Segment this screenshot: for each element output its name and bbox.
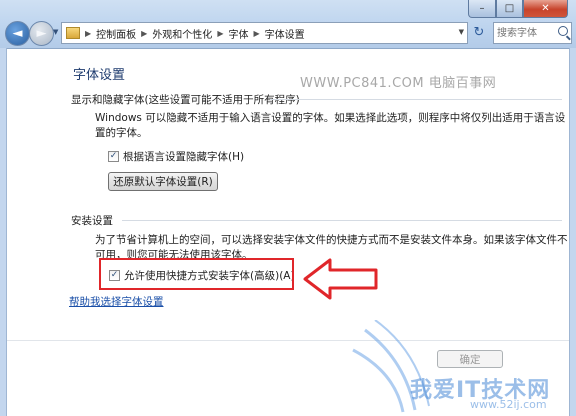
title-bar: – □ ✕ ◄ ► ▼ ▶ 控制面板 ▶ 外观和个性化 ▶ 字体 ▶ 字体设置 … [0, 0, 576, 49]
breadcrumb-item[interactable]: 外观和个性化 [152, 26, 212, 41]
recent-pages-dropdown-icon[interactable]: ▼ [53, 28, 58, 36]
breadcrumb-item[interactable]: 字体 [228, 26, 248, 41]
search-box[interactable] [493, 22, 572, 44]
folder-icon [66, 27, 80, 39]
group-divider [270, 99, 562, 100]
annotation-highlight-box [99, 258, 294, 290]
show-hide-description-line2: 置的字体。 [95, 127, 148, 139]
annotation-arrow-icon [303, 258, 378, 300]
close-button[interactable]: ✕ [523, 0, 568, 18]
forward-arrow-icon: ► [36, 26, 47, 41]
watermark-url: www.52ij.com [470, 398, 547, 411]
back-arrow-icon: ◄ [12, 26, 23, 41]
install-description-line1: 为了节省计算机上的空间，可以选择安装字体文件的快捷方式而不是安装文件本身。如果该… [95, 234, 568, 246]
window-controls: – □ ✕ [468, 0, 568, 18]
minimize-button[interactable]: – [468, 0, 496, 18]
show-hide-description-line1: Windows 可以隐藏不适用于输入语言设置的字体。如果选择此选项，则程序中将仅… [95, 112, 566, 124]
chevron-down-icon[interactable]: ▼ [459, 28, 464, 36]
hide-fonts-checkbox-label[interactable]: 根据语言设置隐藏字体(H) [123, 149, 244, 164]
install-settings-header: 安装设置 [71, 215, 113, 227]
group-divider [122, 220, 562, 221]
address-bar[interactable]: ▶ 控制面板 ▶ 外观和个性化 ▶ 字体 ▶ 字体设置 ▼ [61, 22, 468, 44]
back-button[interactable]: ◄ [5, 21, 30, 46]
chevron-right-icon[interactable]: ▶ [217, 29, 223, 38]
hide-fonts-checkbox[interactable]: ✓ [108, 151, 119, 162]
window-frame-right [569, 48, 576, 416]
window-frame-left [0, 48, 7, 416]
refresh-icon[interactable]: ↻ [470, 22, 488, 42]
font-settings-help-link[interactable]: 帮助我选择字体设置 [69, 294, 164, 309]
search-icon[interactable] [558, 26, 568, 36]
forward-button[interactable]: ► [29, 21, 54, 46]
chevron-right-icon[interactable]: ▶ [141, 29, 147, 38]
watermark-text: WWW.PC841.COM 电脑百事网 [300, 76, 497, 91]
breadcrumb-item[interactable]: 控制面板 [96, 26, 136, 41]
restore-default-font-settings-button[interactable]: 还原默认字体设置(R) [108, 172, 218, 191]
hide-fonts-checkbox-row[interactable]: ✓ 根据语言设置隐藏字体(H) [108, 149, 244, 164]
breadcrumb-item[interactable]: 字体设置 [265, 26, 305, 41]
show-hide-header: 显示和隐藏字体(这些设置可能不适用于所有程序) [71, 94, 300, 106]
chevron-right-icon[interactable]: ▶ [253, 29, 259, 38]
search-input[interactable] [494, 26, 555, 40]
chevron-right-icon[interactable]: ▶ [85, 29, 91, 38]
maximize-button[interactable]: □ [496, 0, 523, 18]
page-title: 字体设置 [73, 68, 126, 83]
